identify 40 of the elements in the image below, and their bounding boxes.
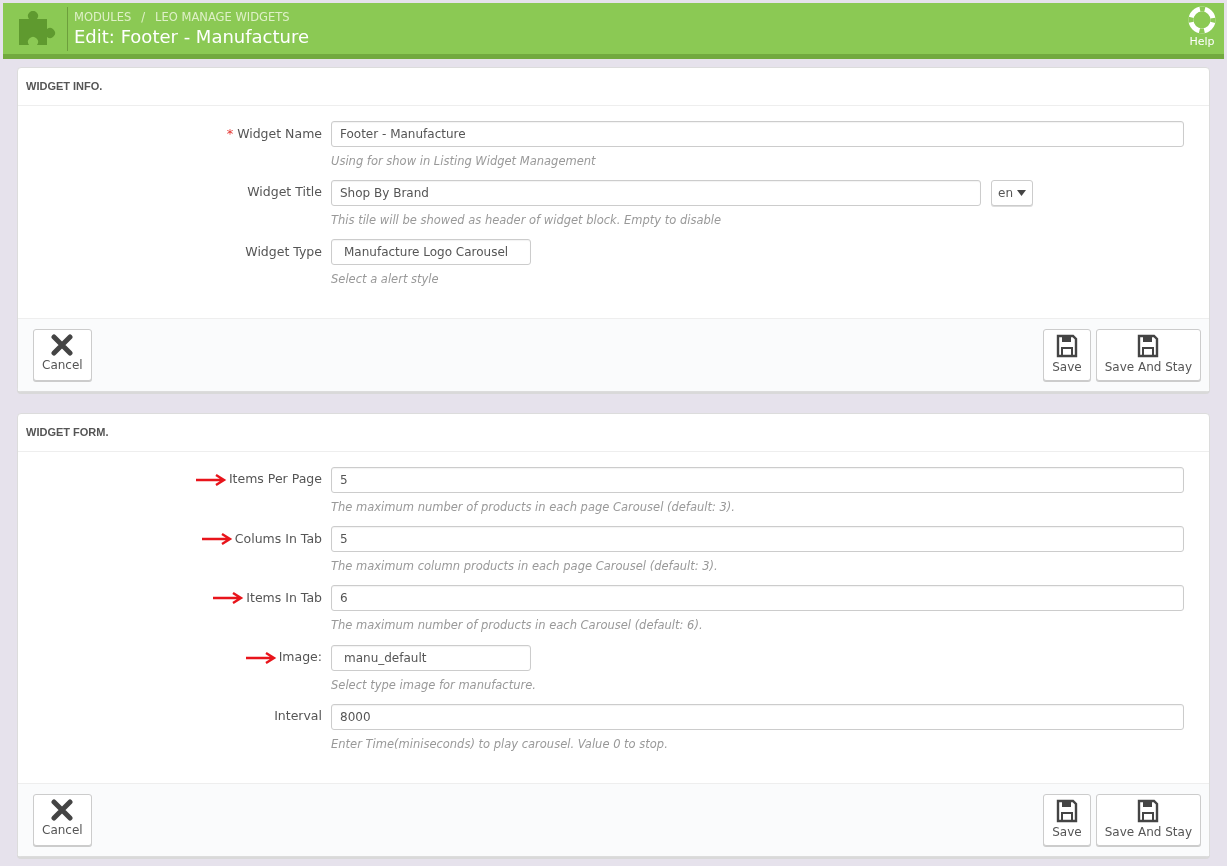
help-text: Using for show in Listing Widget Management [331, 152, 597, 170]
cancel-button[interactable]: Cancel [33, 794, 92, 846]
field-label: Widget Title [247, 183, 322, 202]
save-button[interactable]: Save [1043, 329, 1091, 382]
panel-title: WIDGET FORM. [18, 414, 1209, 452]
help-text: Enter Time(miniseconds) to play carousel. Value 0 to stop. [331, 735, 669, 753]
puzzle-piece-icon [17, 10, 57, 47]
help-text: This tile will be showed as header of widget block. Empty to disable [331, 211, 723, 229]
page-title: Edit: Footer - Manufacture [74, 26, 311, 48]
field-label: Colums In Tab [234, 529, 322, 548]
cancel-button[interactable]: Cancel [33, 329, 92, 382]
save-button[interactable]: Save And Stay [1095, 794, 1201, 846]
input-field[interactable]: 5 [331, 526, 1184, 552]
required-asterisk: * [226, 125, 234, 141]
save-button[interactable]: Save And Stay [1095, 329, 1201, 382]
input-field[interactable]: 5 [331, 466, 1184, 493]
field-label: * Widget Name [226, 124, 322, 143]
cancel-x-icon [51, 334, 74, 357]
field-label: Image: [278, 648, 322, 667]
input-field[interactable]: 6 [331, 585, 1184, 612]
input-field[interactable]: Shop By Brand [331, 179, 981, 206]
language-dropdown[interactable]: en [991, 179, 1033, 206]
field-label: Items Per Page [228, 470, 322, 489]
help-text: The maximum column products in each page Carousel (default: 3). [331, 558, 719, 575]
field-label: Widget Type [245, 242, 322, 261]
panel-title: WIDGET INFO. [18, 68, 1209, 106]
save-button[interactable]: Save [1043, 794, 1091, 846]
help-text: The maximum number of products in each page Carousel (default: 3). [331, 498, 736, 516]
field-label: Interval [274, 707, 322, 726]
breadcrumb-separator: / [141, 9, 146, 27]
input-field[interactable]: Footer - Manufacture [331, 120, 1184, 147]
input-field[interactable]: 8000 [331, 703, 1184, 730]
help-text: The maximum number of products in each Carousel (default: 6). [331, 617, 704, 635]
cancel-x-icon [51, 799, 74, 821]
caret-down-icon [1016, 189, 1026, 197]
help-text: Select type image for manufacture. [331, 676, 537, 694]
field-label: Items In Tab [246, 588, 322, 607]
input-field[interactable]: Manufacture Logo Carousel [331, 239, 531, 265]
input-field[interactable]: manu_default [331, 644, 531, 671]
help-text: Select a alert style [331, 271, 440, 288]
